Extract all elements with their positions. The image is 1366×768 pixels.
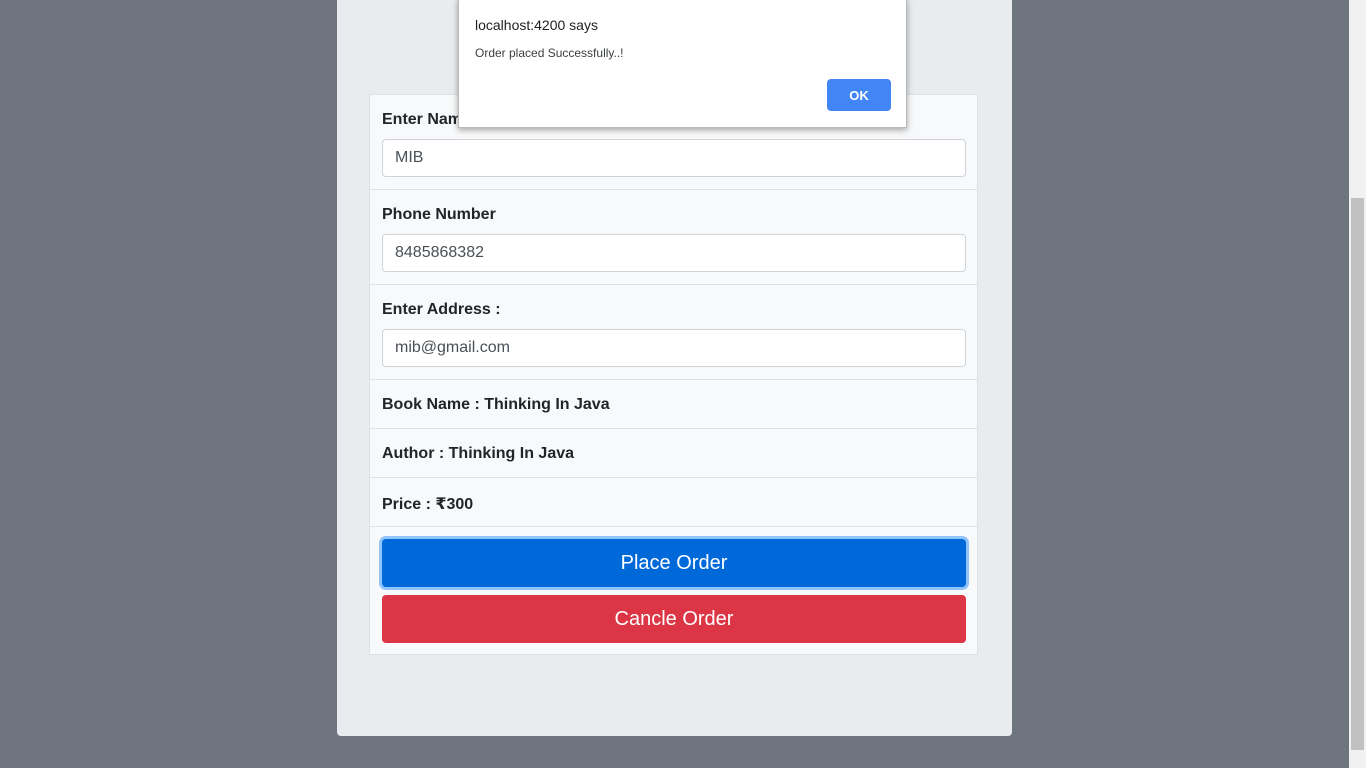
- dialog-message: Order placed Successfully..!: [475, 46, 624, 60]
- cancel-order-button[interactable]: Cancle Order: [382, 595, 966, 643]
- book-name-text: Book Name : Thinking In Java: [382, 396, 610, 413]
- author-text: Author : Thinking In Java: [382, 445, 575, 462]
- address-label: Enter Address :: [382, 301, 501, 318]
- phone-group: Phone Number: [370, 190, 977, 285]
- author-row: Author : Thinking In Java: [370, 429, 977, 478]
- name-input[interactable]: [382, 139, 966, 177]
- phone-input[interactable]: [382, 234, 966, 272]
- place-order-button[interactable]: Place Order: [382, 539, 966, 587]
- page-scrollbar[interactable]: [1349, 0, 1366, 768]
- price-row: Price : ₹300: [370, 478, 977, 527]
- scrollbar-thumb[interactable]: [1351, 198, 1364, 750]
- book-name-row: Book Name : Thinking In Java: [370, 380, 977, 429]
- price-text: Price : ₹300: [382, 496, 474, 513]
- dialog-ok-button[interactable]: OK: [827, 79, 891, 111]
- address-input[interactable]: [382, 329, 966, 367]
- dialog-title: localhost:4200 says: [475, 17, 598, 33]
- order-form: Enter Name : Phone Number Enter Address …: [369, 94, 978, 655]
- alert-dialog: localhost:4200 says Order placed Success…: [458, 0, 907, 128]
- phone-label: Phone Number: [382, 206, 496, 223]
- address-group: Enter Address :: [370, 285, 977, 380]
